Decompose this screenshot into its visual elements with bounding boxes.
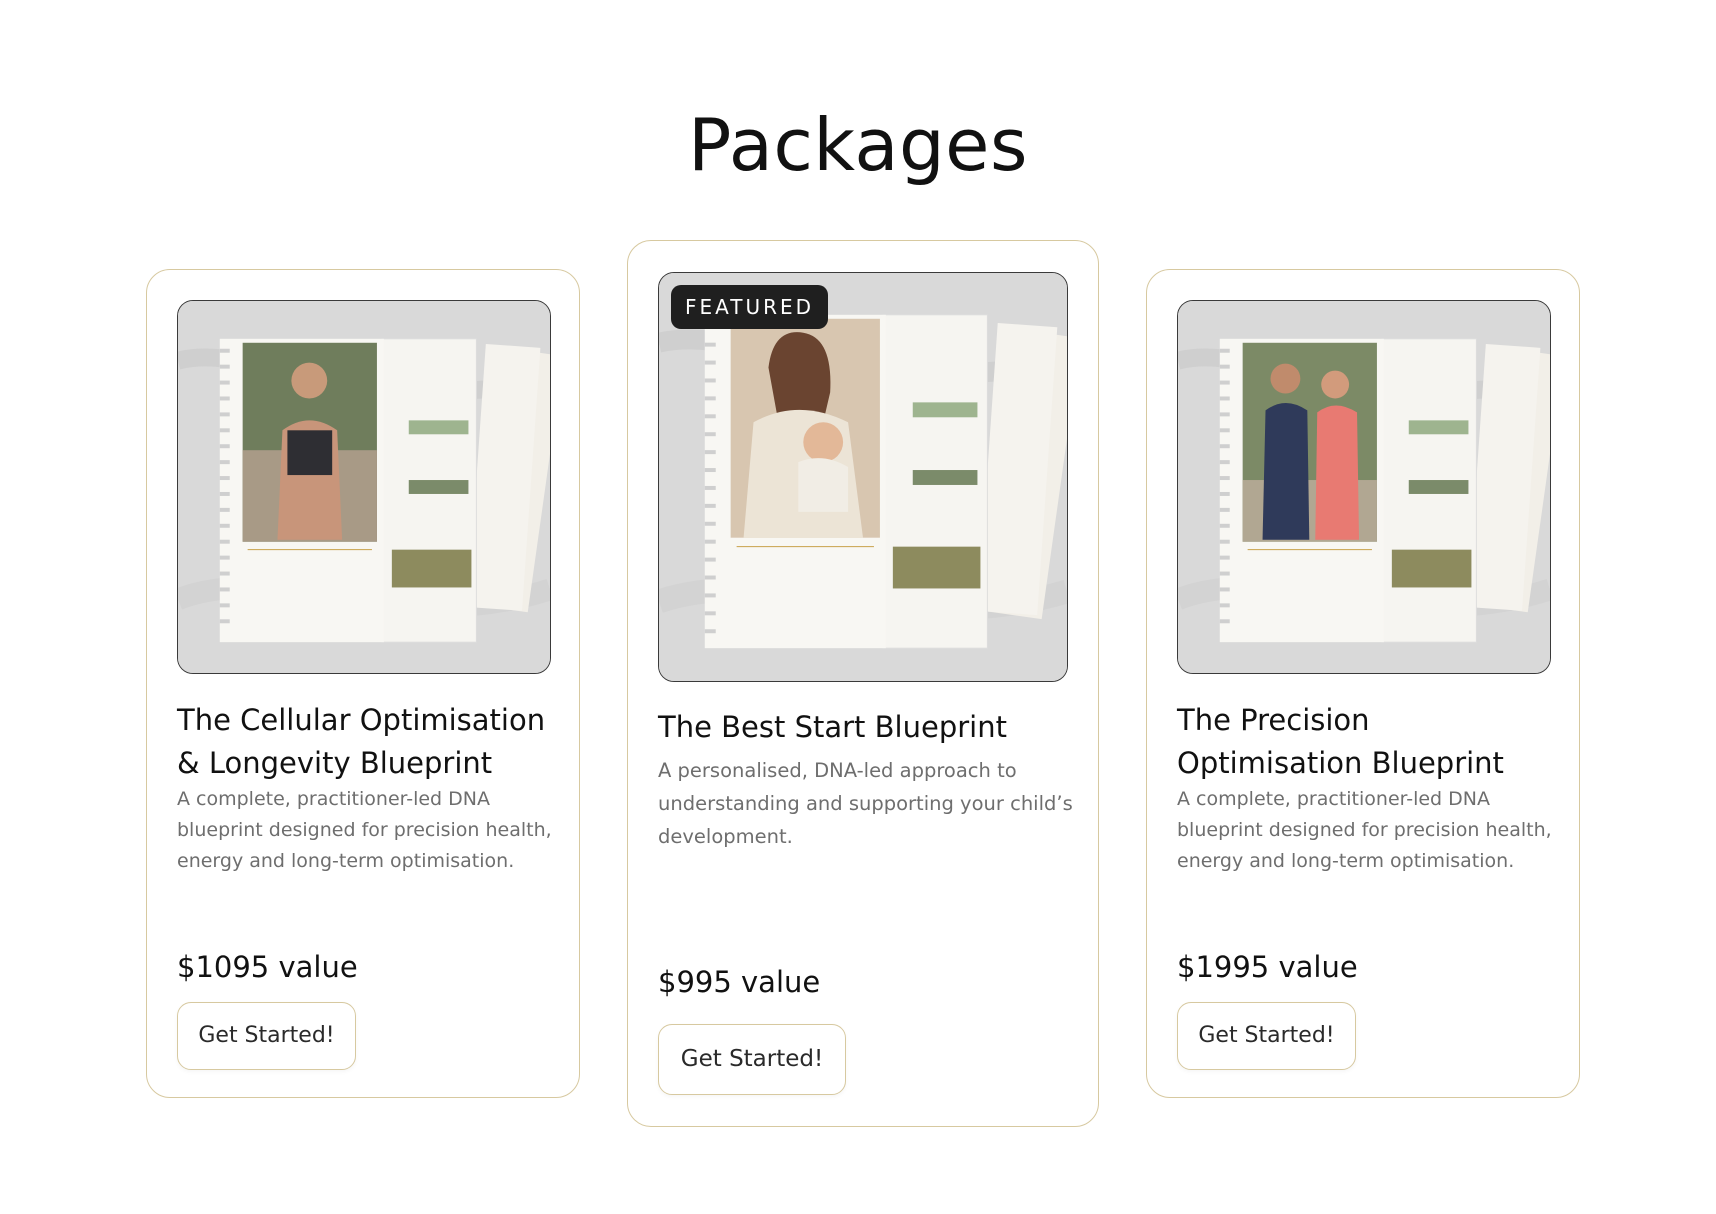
- package-image: [1177, 300, 1551, 674]
- package-card-cellular-longevity: The Cellular Optimisation & Longevity Bl…: [146, 269, 580, 1098]
- package-description: A personalised, DNA-led approach to unde…: [658, 759, 1073, 848]
- package-title: The Best Start Blueprint: [658, 710, 1007, 744]
- package-price: $995 value: [658, 965, 821, 999]
- report-mockup-illustration: [659, 273, 1067, 681]
- package-card-best-start: FEATURED The Best Start Blueprint A pers…: [627, 240, 1099, 1127]
- get-started-button[interactable]: Get Started!: [177, 1002, 356, 1070]
- package-image: [658, 272, 1068, 682]
- page-title: Packages: [688, 103, 1028, 187]
- get-started-button[interactable]: Get Started!: [658, 1024, 846, 1095]
- report-mockup-illustration: [178, 301, 550, 673]
- package-price: $1995 value: [1177, 950, 1358, 984]
- package-price: $1095 value: [177, 950, 358, 984]
- package-title: The Precision Optimisation Blueprint: [1177, 703, 1504, 780]
- package-card-precision-optimisation: The Precision Optimisation Blueprint A c…: [1146, 269, 1580, 1098]
- package-image: [177, 300, 551, 674]
- package-title: The Cellular Optimisation & Longevity Bl…: [177, 703, 546, 780]
- featured-badge: FEATURED: [671, 285, 829, 329]
- get-started-button[interactable]: Get Started!: [1177, 1002, 1356, 1070]
- package-description: A complete, practitioner-led DNA bluepri…: [177, 788, 552, 872]
- package-description: A complete, practitioner-led DNA bluepri…: [1177, 788, 1552, 872]
- report-mockup-illustration: [1178, 301, 1550, 673]
